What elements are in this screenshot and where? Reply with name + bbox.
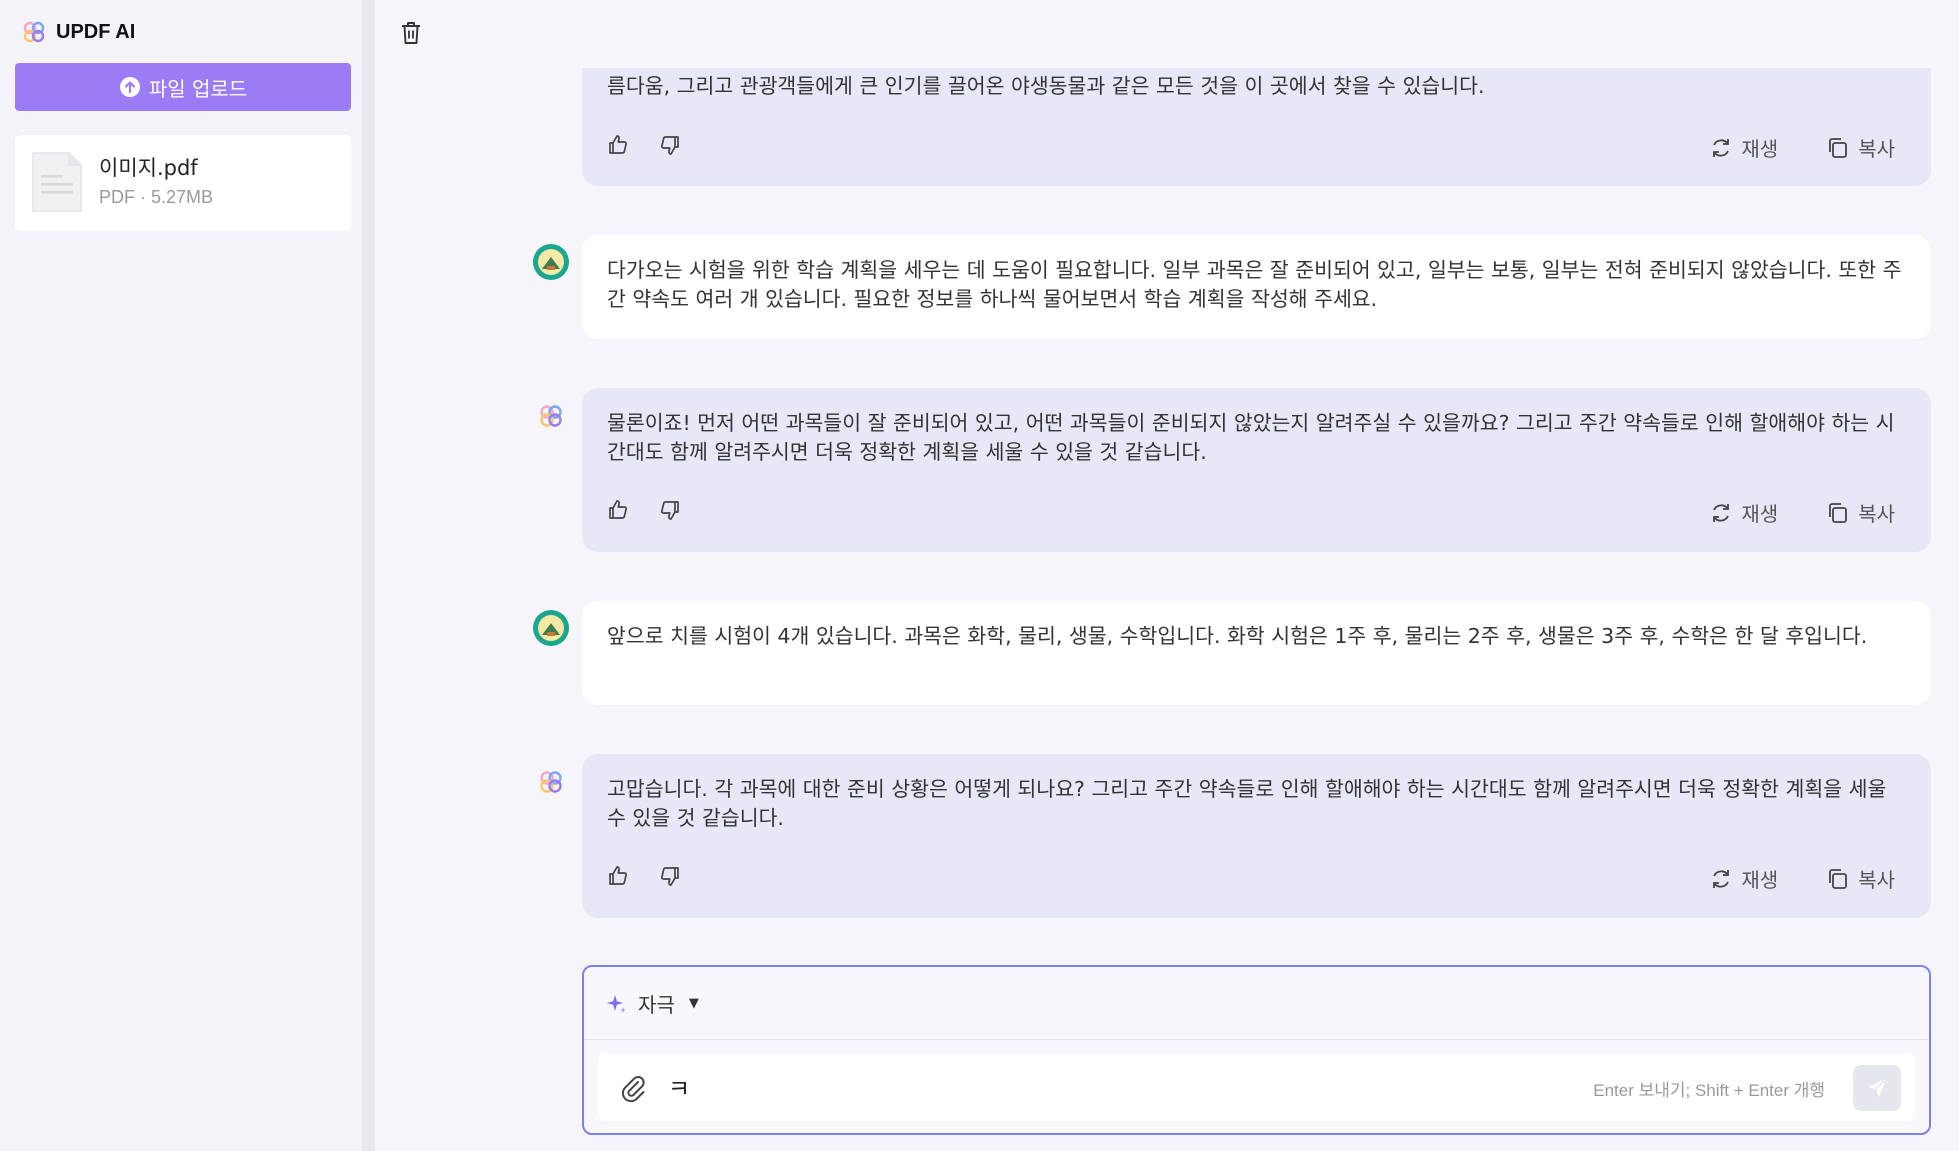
regenerate-button[interactable]: 재생 — [1709, 498, 1778, 527]
copy-button[interactable]: 복사 — [1826, 498, 1895, 527]
thumbs-down-icon[interactable] — [658, 864, 682, 888]
chevron-down-icon: ▼ — [688, 996, 699, 1011]
user-message: 다가오는 시험을 위한 학습 계획을 세우는 데 도움이 필요합니다. 일부 과… — [582, 235, 1931, 339]
refresh-icon — [1713, 869, 1730, 888]
divider — [584, 1039, 1929, 1040]
message-composer: 자극 ▼ ㅋ Enter 보내기; Shift + Enter 개행 — [582, 965, 1931, 1135]
copy-icon — [1829, 502, 1848, 523]
message-input[interactable]: ㅋ Enter 보내기; Shift + Enter 개행 — [598, 1053, 1915, 1121]
thumbs-down-icon[interactable] — [658, 498, 682, 522]
file-item[interactable]: 이미지.pdf PDF · 5.27MB — [15, 135, 351, 231]
regenerate-label: 재생 — [1741, 868, 1779, 892]
sparkle-icon — [607, 994, 626, 1013]
attachment-icon[interactable] — [618, 1073, 648, 1103]
brand-name: UPDF AI — [56, 20, 136, 43]
copy-label: 복사 — [1858, 868, 1895, 892]
thumbs-down-icon[interactable] — [658, 133, 682, 157]
message-text: 앞으로 치를 시험이 4개 있습니다. 과목은 화학, 물리, 생물, 수학입니… — [607, 624, 1868, 648]
panel-divider[interactable] — [363, 0, 375, 1151]
user-avatar — [533, 610, 569, 646]
send-hint: Enter 보내기; Shift + Enter 개행 — [1593, 1081, 1825, 1100]
ai-message: 고맙습니다. 각 과목에 대한 준비 상황은 어떻게 되나요? 그리고 주간 약… — [582, 754, 1931, 918]
trash-icon[interactable] — [399, 20, 423, 46]
brand: UPDF AI — [22, 20, 135, 44]
copy-label: 복사 — [1858, 137, 1895, 161]
prompt-mode-dropdown[interactable]: 자극 ▼ — [606, 989, 699, 1018]
send-icon — [1868, 1078, 1887, 1097]
ai-avatar-icon — [540, 405, 562, 427]
chat-panel: 름다움, 그리고 관광객들에게 큰 인기를 끌어온 야생동물과 같은 모든 것을… — [375, 0, 1959, 1151]
copy-button[interactable]: 복사 — [1826, 133, 1895, 162]
regenerate-label: 재생 — [1741, 502, 1779, 526]
sidebar: UPDF AI 파일 업로드 이미지.pdf PDF · 5.27MB — [0, 0, 363, 1151]
upload-icon — [119, 77, 140, 97]
chat-toolbar — [375, 0, 1959, 68]
message-text: 물론이죠! 먼저 어떤 과목들이 잘 준비되어 있고, 어떤 과목들이 준비되지… — [607, 411, 1895, 464]
message-text: 다가오는 시험을 위한 학습 계획을 세우는 데 도움이 필요합니다. 일부 과… — [607, 258, 1902, 311]
message-text: 름다움, 그리고 관광객들에게 큰 인기를 끌어온 야생동물과 같은 모든 것을… — [607, 74, 1485, 98]
pdf-file-icon — [32, 152, 82, 212]
ai-message: 물론이죠! 먼저 어떤 과목들이 잘 준비되어 있고, 어떤 과목들이 준비되지… — [582, 388, 1931, 552]
message-text: 고맙습니다. 각 과목에 대한 준비 상황은 어떻게 되나요? 그리고 주간 약… — [607, 777, 1887, 830]
upload-file-label: 파일 업로드 — [148, 76, 248, 101]
thumbs-up-icon[interactable] — [606, 498, 630, 522]
regenerate-button[interactable]: 재생 — [1709, 864, 1778, 893]
prompt-mode-label: 자극 — [638, 993, 675, 1017]
regenerate-button[interactable]: 재생 — [1709, 133, 1778, 162]
refresh-icon — [1713, 503, 1730, 522]
file-meta: PDF · 5.27MB — [99, 187, 214, 207]
updf-logo-icon — [23, 21, 45, 43]
upload-file-button[interactable]: 파일 업로드 — [15, 63, 351, 111]
copy-icon — [1829, 137, 1848, 158]
ai-avatar-icon — [540, 771, 562, 793]
send-button[interactable] — [1853, 1065, 1901, 1111]
copy-icon — [1829, 868, 1848, 889]
user-message: 앞으로 치를 시험이 4개 있습니다. 과목은 화학, 물리, 생물, 수학입니… — [582, 601, 1931, 705]
copy-label: 복사 — [1858, 502, 1895, 526]
refresh-icon — [1713, 138, 1730, 157]
copy-button[interactable]: 복사 — [1826, 864, 1895, 893]
thumbs-up-icon[interactable] — [606, 864, 630, 888]
file-name: 이미지.pdf — [99, 156, 198, 180]
message-input-value: ㅋ — [668, 1075, 691, 1103]
user-avatar — [533, 244, 569, 280]
thumbs-up-icon[interactable] — [606, 133, 630, 157]
regenerate-label: 재생 — [1741, 137, 1779, 161]
